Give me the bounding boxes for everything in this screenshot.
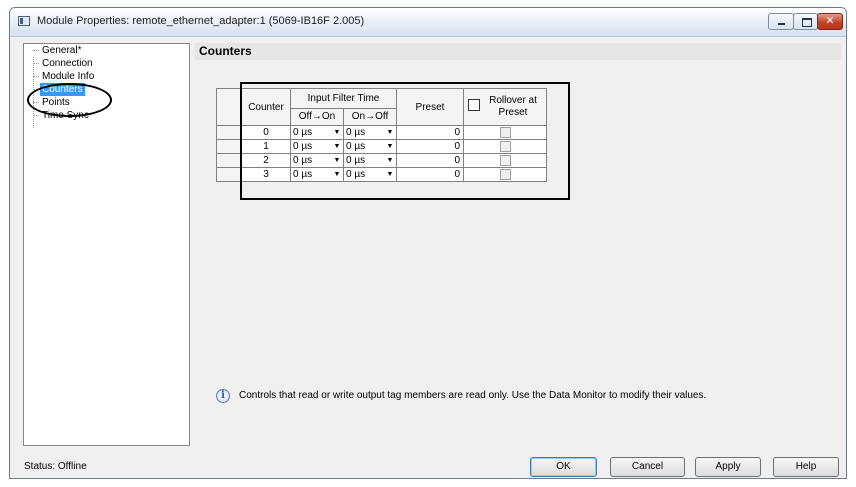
row-header-corner (216, 88, 242, 126)
counter-cell: 1 (241, 139, 291, 154)
counters-table: Counter Input Filter Time Preset Rollove… (216, 88, 547, 182)
close-icon: ✕ (825, 15, 835, 27)
tree-connector (33, 57, 34, 128)
tree-item-general[interactable]: General* (40, 44, 83, 57)
off-on-dropdown[interactable]: 0 µs ▼ (290, 139, 344, 154)
column-header-preset: Preset (396, 88, 464, 126)
cancel-button[interactable]: Cancel (610, 457, 685, 477)
on-off-dropdown[interactable]: 0 µs ▼ (343, 167, 397, 182)
off-on-value: 0 µs (293, 168, 313, 180)
window-title: Module Properties: remote_ethernet_adapt… (37, 15, 365, 27)
row-selector[interactable] (216, 153, 242, 168)
table-row: 2 0 µs ▼ 0 µs ▼ 0 (216, 153, 547, 168)
column-header-counter: Counter (241, 88, 291, 126)
rollover-cell (463, 167, 547, 182)
preset-field[interactable]: 0 (396, 153, 464, 168)
off-on-value: 0 µs (293, 126, 313, 138)
maximize-icon (802, 18, 812, 27)
ok-button[interactable]: OK (530, 457, 597, 477)
minimize-icon (778, 23, 785, 25)
rollover-checkbox[interactable] (499, 126, 511, 138)
dropdown-arrow-icon[interactable]: ▼ (332, 128, 342, 138)
column-header-input-filter-time: Input Filter Time (290, 88, 397, 109)
dropdown-arrow-icon[interactable]: ▼ (332, 142, 342, 152)
section-title: Counters (195, 43, 841, 60)
dropdown-arrow-icon[interactable]: ▼ (385, 156, 395, 166)
rollover-cell (463, 139, 547, 154)
minimize-button[interactable] (768, 13, 794, 30)
tree-connector (33, 76, 39, 77)
dropdown-arrow-icon[interactable]: ▼ (385, 128, 395, 138)
on-off-value: 0 µs (346, 154, 366, 166)
column-header-on-off: On→Off (343, 107, 397, 127)
rollover-header-label: Rollover at Preset (489, 95, 537, 118)
tree-connector (33, 89, 39, 90)
info-icon: i (216, 389, 230, 403)
tree-connector (33, 115, 39, 116)
on-off-value: 0 µs (346, 140, 366, 152)
row-selector[interactable] (216, 125, 242, 140)
off-on-value: 0 µs (293, 154, 313, 166)
tree-item-module-info[interactable]: Module Info (40, 70, 96, 83)
off-on-dropdown[interactable]: 0 µs ▼ (290, 167, 344, 182)
window-icon (18, 16, 30, 26)
close-button[interactable]: ✕ (817, 13, 843, 30)
rollover-cell (463, 153, 547, 168)
tree-connector (33, 102, 39, 103)
tree-connector (33, 63, 39, 64)
off-on-dropdown[interactable]: 0 µs ▼ (290, 125, 344, 140)
rollover-cell (463, 125, 547, 140)
dropdown-arrow-icon[interactable]: ▼ (332, 156, 342, 166)
row-selector[interactable] (216, 167, 242, 182)
counter-cell: 2 (241, 153, 291, 168)
on-off-value: 0 µs (346, 126, 366, 138)
preset-field[interactable]: 0 (396, 167, 464, 182)
tree-item-points[interactable]: Points (40, 96, 72, 109)
rollover-checkbox[interactable] (499, 168, 511, 180)
dropdown-arrow-icon[interactable]: ▼ (385, 142, 395, 152)
category-tree: General* Connection Module Info Counters… (23, 43, 190, 446)
table-row: 0 0 µs ▼ 0 µs ▼ 0 (216, 125, 547, 140)
column-header-rollover: Rollover at Preset (463, 88, 547, 126)
row-selector[interactable] (216, 139, 242, 154)
off-on-dropdown[interactable]: 0 µs ▼ (290, 153, 344, 168)
on-off-value: 0 µs (346, 168, 366, 180)
counter-cell: 3 (241, 167, 291, 182)
title-bar[interactable]: Module Properties: remote_ethernet_adapt… (10, 8, 846, 37)
dropdown-arrow-icon[interactable]: ▼ (385, 170, 395, 180)
counter-cell: 0 (241, 125, 291, 140)
rollover-checkbox[interactable] (499, 154, 511, 166)
maximize-button[interactable] (793, 13, 818, 30)
info-message: Controls that read or write output tag m… (239, 390, 707, 401)
rollover-checkbox[interactable] (499, 140, 511, 152)
tree-item-time-sync[interactable]: Time Sync (40, 109, 91, 122)
dropdown-arrow-icon[interactable]: ▼ (332, 170, 342, 180)
preset-field[interactable]: 0 (396, 139, 464, 154)
rollover-all-checkbox[interactable] (468, 99, 480, 111)
preset-field[interactable]: 0 (396, 125, 464, 140)
on-off-dropdown[interactable]: 0 µs ▼ (343, 125, 397, 140)
table-row: 3 0 µs ▼ 0 µs ▼ 0 (216, 167, 547, 182)
table-row: 1 0 µs ▼ 0 µs ▼ 0 (216, 139, 547, 154)
help-button[interactable]: Help (773, 457, 839, 477)
apply-button[interactable]: Apply (695, 457, 761, 477)
off-on-value: 0 µs (293, 140, 313, 152)
tree-item-counters[interactable]: Counters (40, 83, 85, 96)
on-off-dropdown[interactable]: 0 µs ▼ (343, 153, 397, 168)
on-off-dropdown[interactable]: 0 µs ▼ (343, 139, 397, 154)
tree-item-connection[interactable]: Connection (40, 57, 95, 70)
column-header-off-on: Off→On (290, 107, 344, 127)
tree-connector (33, 50, 39, 51)
status-text: Status: Offline (24, 461, 87, 472)
